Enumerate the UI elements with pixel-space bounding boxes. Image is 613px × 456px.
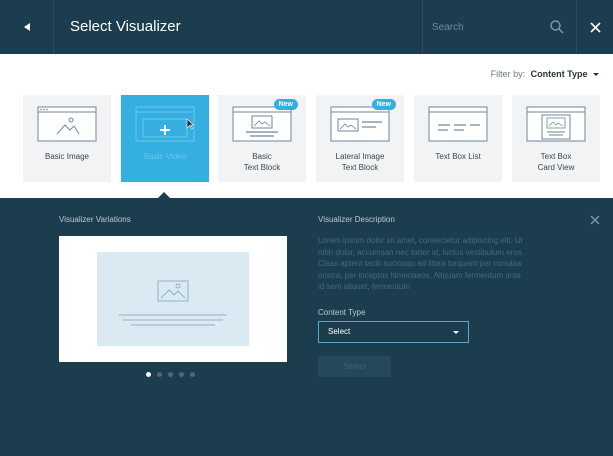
- filter-caret-icon[interactable]: [593, 73, 599, 77]
- preview-text-line: [123, 319, 223, 321]
- carousel-dot[interactable]: [146, 372, 151, 377]
- tile-label: Basic Image: [44, 152, 90, 161]
- new-badge: New: [273, 99, 298, 110]
- text-block-thumbnail-icon: [232, 106, 292, 142]
- image-placeholder-icon: [157, 280, 189, 302]
- select-button[interactable]: Select: [318, 356, 391, 377]
- back-button[interactable]: [0, 0, 54, 54]
- carousel-dot[interactable]: [190, 372, 195, 377]
- close-button[interactable]: [578, 0, 613, 54]
- image-thumbnail-icon: [37, 106, 97, 142]
- filter-dropdown[interactable]: Content Type: [531, 69, 588, 79]
- select-value: Select: [328, 327, 351, 336]
- back-arrow-icon: [23, 23, 30, 31]
- carousel-dots: [146, 372, 195, 377]
- variation-preview[interactable]: [59, 236, 287, 362]
- carousel-dot[interactable]: [168, 372, 173, 377]
- search-input[interactable]: [432, 17, 542, 37]
- visualizer-tile-text-box-list[interactable]: Text Box List: [414, 95, 502, 182]
- filter-label: Filter by:: [490, 69, 526, 79]
- visualizer-tile-lateral-image-text-block[interactable]: New Lateral Image Text Block: [316, 95, 404, 182]
- select-visualizer-dialog: Select Visualizer Filter by: Content Typ…: [0, 0, 613, 456]
- chevron-down-icon: [453, 331, 459, 334]
- carousel-dot[interactable]: [157, 372, 162, 377]
- visualizer-tile-basic-image[interactable]: Basic Image: [23, 95, 111, 182]
- content-type-label: Content Type: [318, 308, 366, 317]
- video-thumbnail-icon: [135, 106, 195, 142]
- text-list-thumbnail-icon: [428, 106, 488, 142]
- variations-heading: Visualizer Variations: [59, 215, 131, 224]
- new-badge: New: [371, 99, 396, 110]
- tile-label: Lateral Image Text Block: [335, 152, 385, 172]
- visualizer-details-panel: Visualizer Variations Visualizer Descrip…: [0, 198, 613, 456]
- card-view-thumbnail-icon: [526, 106, 586, 142]
- preview-content: [97, 252, 249, 346]
- preview-text-line: [131, 324, 215, 326]
- content-type-select[interactable]: Select: [318, 321, 469, 343]
- visualizer-tile-basic-text-block[interactable]: New Basic Text Block: [218, 95, 306, 182]
- close-icon: [590, 21, 601, 33]
- search-box: [422, 0, 577, 54]
- search-icon[interactable]: [549, 19, 565, 35]
- tile-label: Basic Text Block: [243, 152, 281, 172]
- visualizer-tile-basic-video[interactable]: Basic Video: [121, 95, 209, 182]
- description-text: Lorem ipsum dolor sit amet, consectetur …: [318, 236, 524, 291]
- dialog-title: Select Visualizer: [70, 18, 181, 35]
- dialog-header: Select Visualizer: [0, 0, 613, 54]
- filter-control: Filter by: Content Type: [491, 69, 599, 79]
- carousel-dot[interactable]: [179, 372, 184, 377]
- preview-text-line: [119, 314, 227, 316]
- tile-label: Text Box List: [435, 152, 481, 161]
- close-icon[interactable]: [589, 214, 601, 226]
- visualizer-picker: Filter by: Content Type Basic Image Basi…: [0, 54, 613, 198]
- description-heading: Visualizer Description: [318, 215, 395, 224]
- lateral-image-thumbnail-icon: [330, 106, 390, 142]
- visualizer-tile-text-box-card-view[interactable]: Text Box Card View: [512, 95, 600, 182]
- tile-label: Text Box Card View: [537, 152, 575, 172]
- tile-label: Basic Video: [143, 152, 187, 161]
